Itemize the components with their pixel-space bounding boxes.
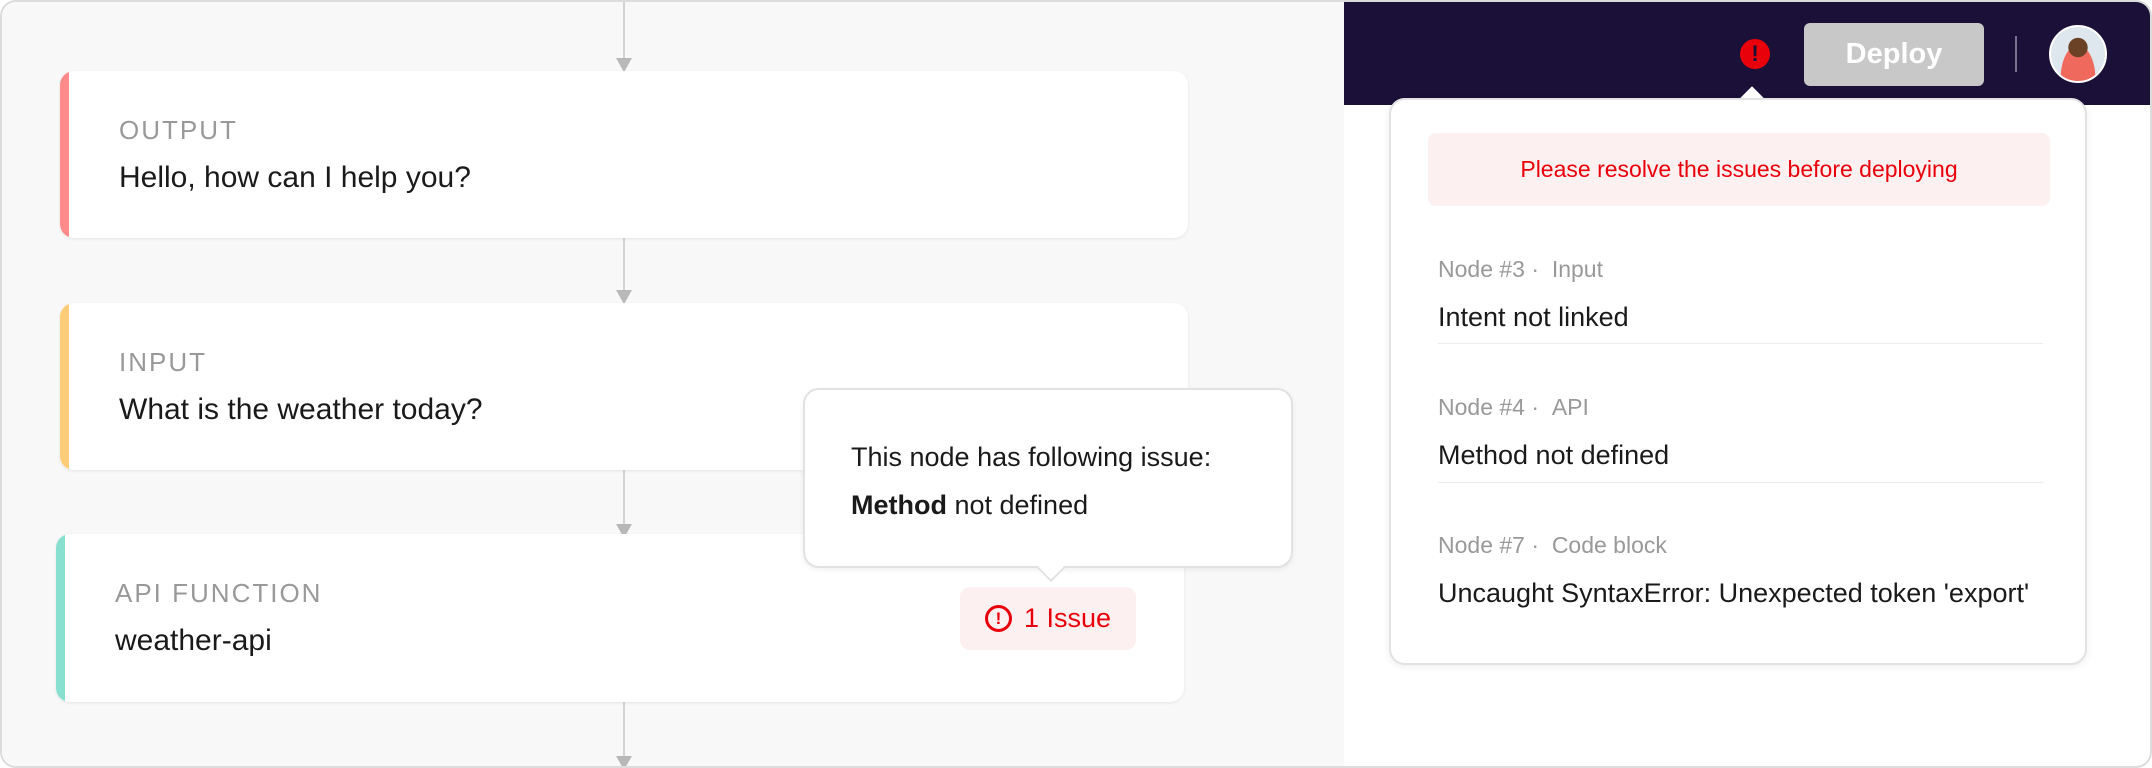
issue-item[interactable]: Node #7 · Code block Uncaught SyntaxErro… [1438, 532, 2043, 614]
issue-message: Uncaught SyntaxError: Unexpected token '… [1438, 578, 2030, 608]
connector-arrow [616, 290, 632, 304]
connector-arrow [616, 756, 632, 766]
alert-icon[interactable]: ! [1740, 39, 1770, 69]
node-type-label: OUTPUT [119, 115, 238, 145]
tooltip-issue: Method not defined [851, 490, 1088, 521]
issue-message: Method not defined [1438, 440, 1670, 470]
node-content: Hello, how can I help you? [119, 161, 471, 194]
connector-arrow [616, 58, 632, 72]
flow-canvas: OUTPUT Hello, how can I help you? INPUT … [2, 2, 1344, 766]
header-divider [2015, 36, 2017, 72]
node-card-output[interactable]: OUTPUT Hello, how can I help you? [60, 71, 1188, 238]
issue-node-type: Code block [1551, 532, 1667, 558]
tooltip-issue-rest: not defined [946, 490, 1089, 520]
deploy-button[interactable]: Deploy [1804, 23, 1984, 86]
node-color-bar [60, 71, 69, 238]
avatar[interactable] [2049, 25, 2107, 83]
issue-tooltip: This node has following issue: Method no… [803, 388, 1293, 583]
issue-node: Node #4 [1438, 394, 1525, 420]
node-content: What is the weather today? [119, 393, 483, 426]
separator [1438, 482, 2043, 483]
app-frame: OUTPUT Hello, how can I help you? INPUT … [0, 0, 2152, 768]
issues-popover: Please resolve the issues before deployi… [1389, 98, 2087, 665]
tooltip-heading: This node has following issue: [851, 442, 1212, 472]
node-color-bar [60, 303, 69, 470]
issue-message: Intent not linked [1438, 302, 1629, 332]
resolve-issues-alert: Please resolve the issues before deployi… [1428, 133, 2050, 206]
issue-item[interactable]: Node #3 · Input Intent not linked [1438, 256, 2043, 338]
issue-node-type: Input [1551, 256, 1603, 282]
tooltip-issue-bold: Method [851, 490, 947, 520]
issue-badge[interactable]: ! 1 Issue [960, 587, 1136, 650]
issue-node-type: API [1551, 394, 1589, 420]
issue-item[interactable]: Node #4 · API Method not defined [1438, 394, 2043, 476]
separator [1438, 343, 2043, 344]
node-type-label: API FUNCTION [115, 578, 323, 608]
issue-meta: Node #3 · Input [1438, 256, 1603, 282]
node-content: weather-api [115, 624, 272, 657]
issue-meta: Node #7 · Code block [1438, 532, 1667, 558]
issue-node: Node #7 [1438, 532, 1525, 558]
issue-meta: Node #4 · API [1438, 394, 1589, 420]
alert-circle-icon: ! [984, 605, 1012, 632]
issue-node: Node #3 [1438, 256, 1525, 282]
node-color-bar [56, 534, 65, 702]
node-type-label: INPUT [119, 347, 207, 377]
issue-count: 1 Issue [1023, 603, 1112, 633]
